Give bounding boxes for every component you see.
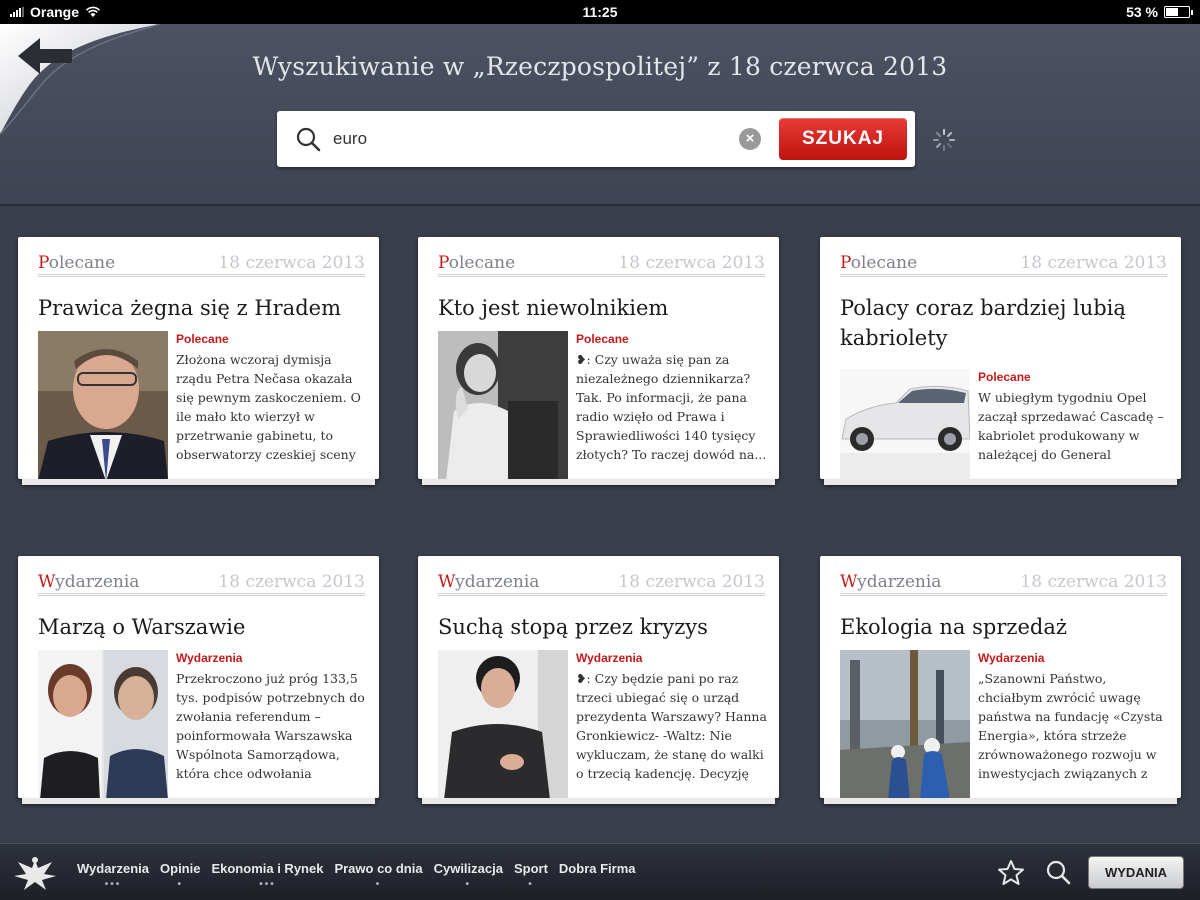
card-title: Kto jest niewolnikiem: [438, 296, 669, 320]
card-excerpt: ❥: Czy uważa się pan za niezależnego dzi…: [576, 352, 767, 462]
nav-item-dots: •: [528, 879, 534, 890]
section-nav: Wydarzenia ••• Opinie • Ekonomia i Rynek…: [77, 861, 647, 890]
article-photo: [438, 650, 568, 798]
article-photo: [38, 331, 168, 479]
article-card[interactable]: Polecane 18 czerwca 2013 Polacy coraz ba…: [820, 237, 1181, 485]
card-header: Polecane 18 czerwca 2013: [840, 251, 1167, 277]
article-card[interactable]: Polecane 18 czerwca 2013 Kto jest niewol…: [418, 237, 779, 485]
card-date: 18 czerwca 2013: [1020, 572, 1167, 592]
search-icon: [296, 127, 321, 152]
nav-item-wydarzenia[interactable]: Wydarzenia •••: [77, 861, 149, 890]
editions-button[interactable]: WYDANIA: [1088, 856, 1184, 889]
battery-icon: [1164, 6, 1193, 18]
nav-item-sport[interactable]: Sport •: [514, 861, 548, 890]
card-tag: Polecane: [176, 332, 229, 346]
card-category: Polecane: [840, 253, 918, 273]
clear-search-icon[interactable]: ×: [739, 128, 761, 150]
card-date: 18 czerwca 2013: [618, 253, 765, 273]
nav-item-label: Dobra Firma: [558, 861, 636, 876]
card-body: Wydarzenia ❥: Czy będzie pani po raz trz…: [576, 650, 769, 790]
article-photo: [438, 331, 568, 479]
article-card[interactable]: Wydarzenia 18 czerwca 2013 Marzą o Warsz…: [18, 556, 379, 804]
nav-item-dots: •: [465, 879, 472, 890]
article-card[interactable]: Wydarzenia 18 czerwca 2013 Ekologia na s…: [820, 556, 1181, 804]
nav-item-opinie[interactable]: Opinie •: [160, 861, 200, 890]
card-title: Polacy coraz bardziej lubią kabriolety: [840, 296, 1126, 350]
card-body: Wydarzenia „Szanowni Państwo, chciałbym …: [978, 650, 1171, 790]
nav-item-ekonomia[interactable]: Ekonomia i Rynek •••: [211, 861, 323, 890]
card-body: Polecane ❥: Czy uważa się pan za niezale…: [576, 331, 769, 471]
card-title: Suchą stopą przez kryzys: [438, 615, 708, 639]
favorites-star-icon[interactable]: [996, 858, 1026, 888]
search-header: Wyszukiwanie w „Rzeczpospolitej” z 18 cz…: [0, 24, 1200, 206]
card-category: Polecane: [38, 253, 116, 273]
status-left: Orange: [10, 4, 101, 20]
wifi-icon: [85, 6, 101, 17]
card-category: Wydarzenia: [840, 572, 942, 592]
card-excerpt: ❥: Czy będzie pani po raz trzeci ubiegać…: [576, 671, 767, 781]
nav-item-label: Opinie: [160, 861, 201, 876]
eagle-logo-icon[interactable]: [12, 854, 58, 892]
card-excerpt: Przekroczono już próg 133,5 tys. podpisó…: [176, 671, 365, 781]
card-excerpt: W ubiegłym tygodniu Opel zaczął sprzedaw…: [978, 390, 1164, 462]
article-photo: [840, 369, 970, 479]
nav-item-label: Cywilizacja: [433, 861, 503, 876]
card-tag: Polecane: [576, 332, 629, 346]
card-date: 18 czerwca 2013: [218, 572, 365, 592]
card-header: Polecane 18 czerwca 2013: [438, 251, 765, 277]
article-card[interactable]: Wydarzenia 18 czerwca 2013 Suchą stopą p…: [418, 556, 779, 804]
card-excerpt: „Szanowni Państwo, chciałbym zwrócić uwa…: [978, 671, 1163, 781]
battery-percent: 53 %: [1126, 4, 1158, 20]
card-header: Wydarzenia 18 czerwca 2013: [840, 570, 1167, 596]
card-category: Wydarzenia: [438, 572, 540, 592]
page-title: Wyszukiwanie w „Rzeczpospolitej” z 18 cz…: [252, 52, 948, 81]
card-tag: Wydarzenia: [176, 651, 243, 665]
nav-item-dobra-firma[interactable]: Dobra Firma: [559, 861, 636, 890]
search-bar: × SZUKAJ: [277, 111, 915, 167]
article-card[interactable]: Polecane 18 czerwca 2013 Prawica żegna s…: [18, 237, 379, 485]
nav-item-prawo[interactable]: Prawo co dnia •: [334, 861, 422, 890]
card-category: Wydarzenia: [38, 572, 140, 592]
loading-spinner-icon: [933, 129, 955, 151]
nav-item-dots: •••: [104, 879, 122, 890]
search-button[interactable]: SZUKAJ: [779, 118, 907, 160]
status-time: 11:25: [582, 4, 618, 20]
nav-item-label: Wydarzenia: [77, 861, 150, 876]
card-title: Marzą o Warszawie: [38, 615, 246, 639]
bottom-navigation-bar: Wydarzenia ••• Opinie • Ekonomia i Rynek…: [0, 843, 1200, 900]
article-photo: [38, 650, 168, 798]
nav-item-label: Prawo co dnia: [334, 861, 423, 876]
card-body: Polecane W ubiegłym tygodniu Opel zaczął…: [978, 369, 1171, 471]
nav-item-label: Ekonomia i Rynek: [211, 861, 324, 876]
card-body: Wydarzenia Przekroczono już próg 133,5 t…: [176, 650, 369, 790]
card-excerpt: Złożona wczoraj dymisja rządu Petra Neča…: [176, 352, 361, 462]
nav-item-dots: •: [375, 879, 382, 890]
card-date: 18 czerwca 2013: [1020, 253, 1167, 273]
status-bar: Orange 11:25 53 %: [0, 0, 1200, 24]
nav-item-cywilizacja[interactable]: Cywilizacja •: [434, 861, 503, 890]
card-body: Polecane Złożona wczoraj dymisja rządu P…: [176, 331, 369, 471]
carrier-name: Orange: [30, 4, 80, 20]
card-date: 18 czerwca 2013: [618, 572, 765, 592]
card-date: 18 czerwca 2013: [218, 253, 365, 273]
card-title: Ekologia na sprzedaż: [840, 615, 1067, 639]
nav-item-label: Sport: [513, 861, 548, 876]
card-header: Polecane 18 czerwca 2013: [38, 251, 365, 277]
search-icon[interactable]: [1044, 858, 1072, 886]
nav-item-dots: •: [177, 879, 183, 890]
card-tag: Wydarzenia: [576, 651, 643, 665]
card-title: Prawica żegna się z Hradem: [38, 296, 341, 320]
nav-item-dots: •••: [259, 879, 276, 890]
card-tag: Polecane: [978, 370, 1031, 384]
card-header: Wydarzenia 18 czerwca 2013: [38, 570, 365, 596]
article-photo: [840, 650, 970, 798]
search-input[interactable]: [333, 121, 733, 157]
card-header: Wydarzenia 18 czerwca 2013: [438, 570, 765, 596]
card-tag: Wydarzenia: [978, 651, 1045, 665]
status-right: 53 %: [1126, 4, 1193, 20]
signal-icon: [10, 7, 24, 17]
card-category: Polecane: [438, 253, 516, 273]
